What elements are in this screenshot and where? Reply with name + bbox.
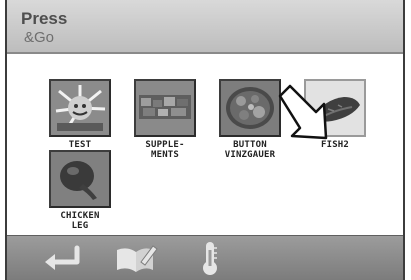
brand-title: Press: [21, 9, 68, 28]
recipe-book-button[interactable]: [111, 240, 161, 276]
bottom-toolbar: [7, 235, 403, 280]
back-button[interactable]: [37, 240, 87, 276]
supplements-icon: [134, 79, 196, 137]
title-bar: Press &Go: [7, 0, 403, 54]
program-tile-chicken-leg[interactable]: CHICKEN LEG: [38, 150, 122, 231]
tile-label: TEST: [68, 140, 92, 150]
temperature-button[interactable]: [185, 240, 235, 276]
program-tile-supplements[interactable]: SUPPLE- MENTS: [123, 79, 207, 160]
pointer-arrow-icon: [278, 84, 328, 140]
tile-label: SUPPLE- MENTS: [145, 140, 185, 160]
tile-label: CHICKEN LEG: [60, 211, 100, 231]
thermometer-icon: [203, 242, 217, 275]
recipe-book-icon: [117, 245, 158, 272]
brand-subtitle: &Go: [24, 29, 55, 46]
program-tile-test[interactable]: TEST: [38, 79, 122, 150]
chicken-leg-icon: [49, 150, 111, 208]
program-grid: TEST SUPPLE- MENTS BUTTON VINZGAUER FISH…: [7, 54, 403, 236]
test-image-icon: [49, 79, 111, 137]
back-arrow-icon: [45, 245, 80, 270]
oven-screen: Press &Go TEST SUPPLE- MENTS BUTTON VINZ…: [5, 0, 405, 280]
